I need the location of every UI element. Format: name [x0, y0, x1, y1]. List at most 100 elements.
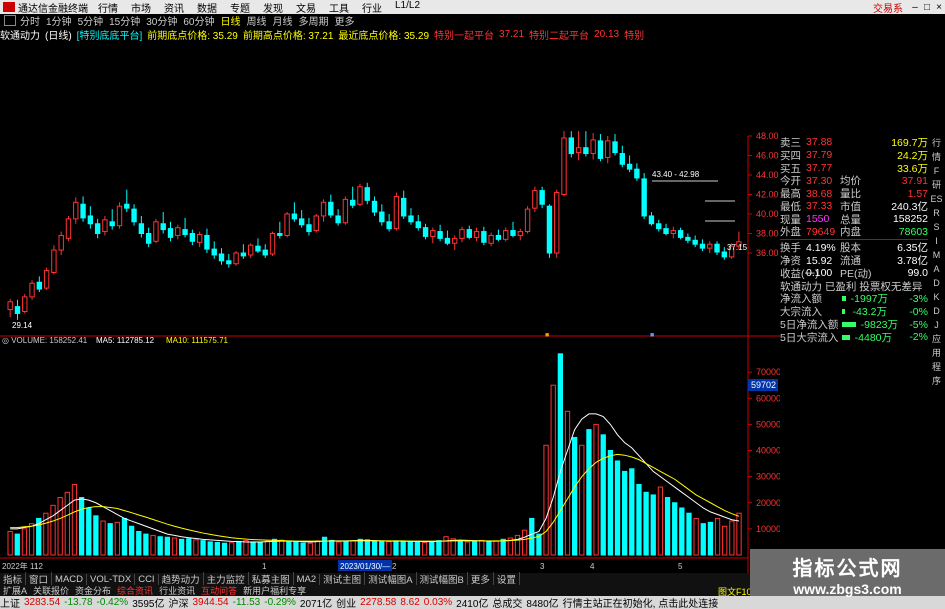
minimize-icon[interactable]: –: [909, 2, 921, 13]
indicator-tab[interactable]: MACD: [52, 573, 88, 585]
side-tab[interactable]: J: [930, 320, 944, 330]
infobar-item: 20.13: [594, 28, 620, 40]
candle-body: [7, 301, 13, 311]
period-tab[interactable]: 60分钟: [183, 13, 214, 28]
candle-body: [131, 208, 137, 223]
candle-body: [590, 139, 596, 155]
side-tab[interactable]: ES: [930, 194, 944, 204]
volume-bar: [128, 525, 135, 556]
indicator-tab[interactable]: 测试主图: [320, 572, 366, 586]
side-tab[interactable]: 行: [930, 138, 944, 148]
infobar-item: 特别一起平台: [434, 30, 495, 42]
period-tab[interactable]: 月线: [273, 13, 293, 28]
volume-bar: [429, 541, 435, 556]
indicator-tab[interactable]: 测试幅图A: [365, 572, 417, 586]
close-icon[interactable]: ×: [933, 2, 945, 13]
indicator-tab[interactable]: 更多: [468, 572, 494, 586]
stock-name: 软通动力: [0, 30, 40, 42]
menu-item[interactable]: 行业: [362, 0, 382, 15]
side-tab[interactable]: R: [930, 208, 944, 218]
candle-body: [626, 163, 633, 170]
flow-pct: -2%: [909, 331, 928, 344]
kline-chart-area[interactable]: 48.00 46.00 44.00 42.00 40.00 38.00 36.00 29.14…: [0, 41, 780, 573]
volume-bar: [186, 538, 192, 556]
candle-body: [145, 233, 152, 244]
maximize-icon[interactable]: □: [921, 2, 933, 13]
indicator-tab[interactable]: 设置: [494, 572, 520, 586]
period-tab[interactable]: 30分钟: [146, 13, 177, 28]
volume-tick-label: 10000: [756, 524, 780, 534]
window-titlebar: 通达信金融终端 行情 市场 资讯 数据 专题 发现 文易 工具 行业 L1/L2 交易系 – □ …: [0, 0, 945, 15]
candle-body: [211, 248, 217, 256]
volume-bar: [729, 520, 735, 556]
volume-bar: [400, 540, 406, 556]
volume-bar: [250, 541, 256, 556]
indicator-tab[interactable]: MA2: [294, 573, 321, 585]
side-tab[interactable]: S: [930, 222, 944, 232]
current-volume-tag: 59702: [751, 380, 776, 390]
candle-body: [670, 230, 677, 234]
period-tab[interactable]: 15分钟: [109, 13, 140, 28]
period-tab[interactable]: 更多: [335, 13, 355, 28]
side-tab[interactable]: 序: [930, 376, 944, 386]
volume-bar: [736, 512, 742, 556]
status-item[interactable]: 行情主站正在初始化, 点击此处连接: [563, 596, 719, 609]
candle-body: [517, 231, 523, 236]
period-tab[interactable]: 5分钟: [78, 13, 104, 28]
volume-bar: [600, 434, 606, 556]
side-tab[interactable]: 情: [930, 152, 944, 162]
menu-item[interactable]: L1/L2: [395, 0, 420, 15]
candle-body: [116, 205, 123, 227]
infobar-item: 前期高点价格: 37.21: [242, 30, 334, 42]
volume-bar: [693, 517, 699, 556]
layout-icon[interactable]: [4, 15, 16, 26]
candle-body: [226, 260, 232, 265]
quote-cell: 内盘: [840, 226, 861, 239]
site-watermark: 指标公式网 www.zbgs3.com: [750, 549, 945, 597]
candle-body: [641, 178, 647, 217]
login-button[interactable]: 交易系: [873, 0, 903, 15]
volume-bar: [264, 540, 271, 556]
indicator-tab[interactable]: CCI: [135, 573, 159, 585]
volume-bar: [679, 507, 685, 556]
indicator-tab[interactable]: 测试幅图B: [417, 572, 468, 586]
side-tab[interactable]: I: [930, 236, 944, 246]
period-tab[interactable]: 分时: [20, 13, 40, 28]
side-tab[interactable]: F: [930, 166, 944, 176]
side-tab[interactable]: D: [930, 278, 944, 288]
side-tab[interactable]: A: [930, 264, 944, 274]
side-tab[interactable]: 程: [930, 362, 944, 372]
period-tab[interactable]: 多周期: [299, 13, 329, 28]
volume-bar: [321, 536, 328, 556]
candle-body: [94, 223, 101, 234]
candle-body: [182, 229, 188, 235]
period-tab[interactable]: 1分钟: [46, 13, 72, 28]
candle-body: [153, 221, 159, 242]
candle-body: [342, 198, 349, 224]
candle-body: [247, 244, 254, 256]
side-tab[interactable]: 用: [930, 348, 944, 358]
candle-body: [29, 282, 35, 298]
volume-bar: [672, 502, 678, 556]
quote-cell: 1.57: [907, 187, 928, 200]
volume-bar: [579, 444, 585, 556]
infobar-item: [特别底底平台]: [76, 30, 143, 42]
quote-cell: 37.88: [806, 136, 833, 149]
side-tab[interactable]: K: [930, 292, 944, 302]
event-marker: ■: [545, 332, 549, 339]
side-tab[interactable]: 研: [930, 180, 944, 190]
candle-body: [320, 201, 327, 217]
period-tab[interactable]: 周线: [247, 13, 267, 28]
flow-bar: [842, 296, 846, 302]
period-tab[interactable]: 日线: [221, 13, 241, 28]
indicator-tab[interactable]: VOL-TDX: [87, 573, 136, 585]
side-tab[interactable]: D: [930, 306, 944, 316]
last-price-label: 37.15: [727, 243, 748, 252]
volume-bar: [71, 483, 78, 556]
volume-bar: [643, 491, 649, 556]
side-tab[interactable]: M: [930, 250, 944, 260]
volume-bar: [143, 533, 149, 556]
candle-body: [386, 221, 392, 230]
side-tab[interactable]: 应: [930, 334, 944, 344]
flow-bar: [842, 309, 845, 315]
